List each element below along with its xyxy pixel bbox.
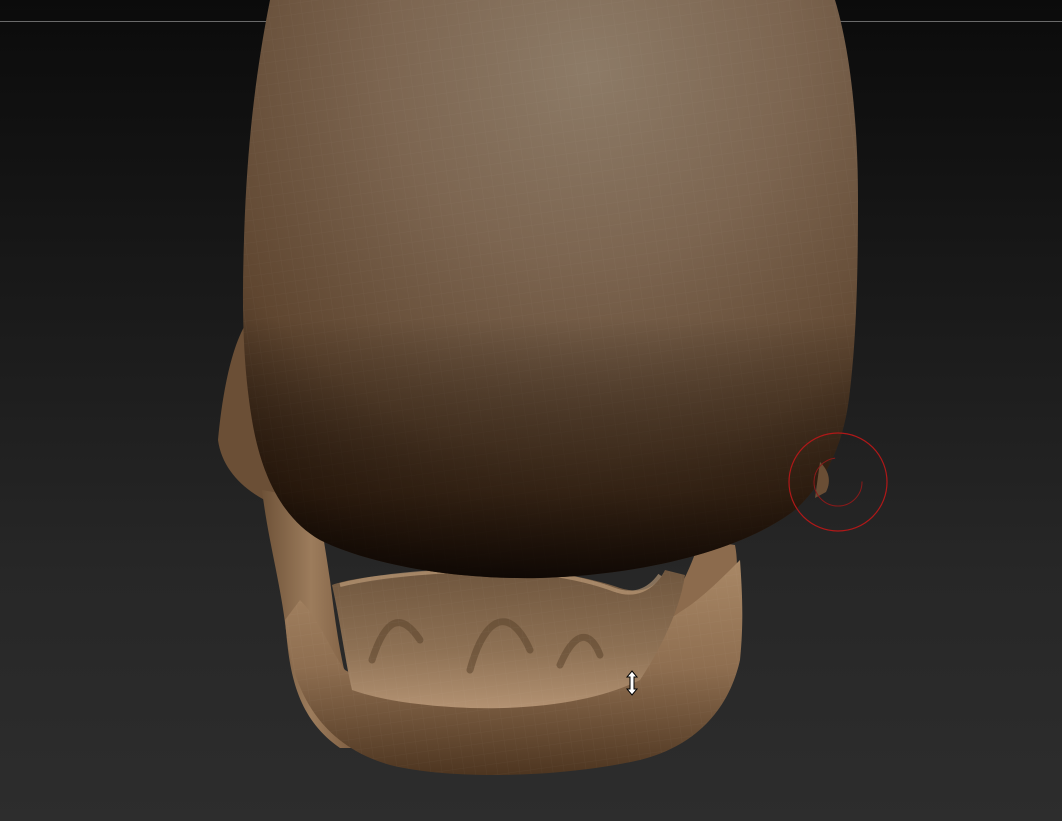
cranium-bottom-shadow (242, 0, 859, 579)
sculpt-model[interactable] (0, 0, 1062, 821)
zbrush-canvas[interactable] (0, 0, 1062, 821)
